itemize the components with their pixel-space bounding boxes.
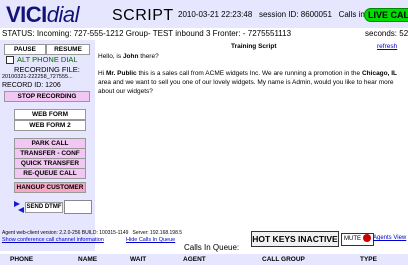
live-call-badge: LIVE CALL xyxy=(364,8,408,22)
mute-label: MUTE xyxy=(344,236,361,242)
alt-phone-label: ALT PHONE DIAL xyxy=(17,55,78,64)
vicidial-logo: VICIdial xyxy=(6,2,80,27)
alt-phone-checkbox[interactable] xyxy=(6,56,14,64)
agents-view-link[interactable]: Agents View xyxy=(373,235,406,241)
left-control-panel: PAUSE RESUME ALT PHONE DIAL RECORDING FI… xyxy=(0,40,95,251)
customer-full-name: Mr. Public xyxy=(105,70,137,77)
script-body: Hello, is John there? Hi Mr. Public this… xyxy=(98,52,408,104)
mute-button[interactable]: MUTE xyxy=(341,233,374,246)
speaker-icon xyxy=(362,234,371,243)
requeue-call-button[interactable]: RE-QUEUE CALL xyxy=(14,168,86,179)
stop-recording-button[interactable]: STOP RECORDING xyxy=(4,91,90,102)
logo-bold: VICI xyxy=(6,2,47,27)
datetime: 2010-03-21 22:23:48 xyxy=(178,10,253,19)
seconds-counter: seconds: 52 xyxy=(365,29,408,38)
send-dtmf-button[interactable]: SEND DTMF xyxy=(25,202,63,213)
conference-info-link[interactable]: Show conference call channel information xyxy=(2,237,104,243)
dtmf-input[interactable] xyxy=(64,200,92,214)
status-text: STATUS: Incoming: 727-555-1212 Group- TE… xyxy=(2,29,292,38)
recording-file-value: 20100321-222258_727555... xyxy=(2,74,73,80)
top-bar: VICIdial SCRIPT 2010-03-21 22:23:48 sess… xyxy=(0,0,408,28)
script-panel: Training Script refresh Hello, is John t… xyxy=(95,40,408,251)
col-type[interactable]: TYPE xyxy=(360,254,377,265)
script-line-2: Hi Mr. Public this is a sales call from … xyxy=(98,70,398,95)
refresh-link[interactable]: refresh xyxy=(377,43,397,50)
hide-calls-queue-link[interactable]: Hide Calls In Queue xyxy=(126,237,175,243)
customer-city: Chicago, IL xyxy=(361,70,398,77)
resume-button[interactable]: RESUME xyxy=(46,44,90,55)
col-call-group[interactable]: CALL GROUP xyxy=(262,254,305,265)
pause-button[interactable]: PAUSE xyxy=(4,44,46,55)
calls-in-queue-title: Calls In Queue: xyxy=(184,243,240,252)
session-id: session ID: 8600051 xyxy=(258,10,332,19)
version-info: Agent web-client version: 2.2.0-256 BUIL… xyxy=(2,230,183,236)
col-phone[interactable]: PHONE xyxy=(10,254,33,265)
web-form-2-button[interactable]: WEB FORM 2 xyxy=(14,120,86,131)
footer-area: Calls In Queue: PHONE NAME WAIT AGENT CA… xyxy=(0,243,408,273)
customer-first-name: John xyxy=(122,53,139,60)
col-agent[interactable]: AGENT xyxy=(183,254,206,265)
col-name[interactable]: NAME xyxy=(78,254,97,265)
hangup-customer-button[interactable]: HANGUP CUSTOMER xyxy=(14,182,86,193)
script-title: Training Script xyxy=(231,43,277,50)
script-line-1: Hello, is John there? xyxy=(98,53,159,60)
status-row: STATUS: Incoming: 727-555-1212 Group- TE… xyxy=(0,28,408,39)
record-id: RECORD ID: 1206 xyxy=(2,82,61,89)
logo-italic: dial xyxy=(46,2,80,27)
col-wait[interactable]: WAIT xyxy=(130,254,146,265)
tab-script[interactable]: SCRIPT xyxy=(112,7,174,25)
hot-keys-button[interactable]: HOT KEYS INACTIVE xyxy=(251,231,339,247)
recording-file-label: RECORDING FILE: xyxy=(14,65,80,74)
web-form-button[interactable]: WEB FORM xyxy=(14,109,86,120)
dtmf-arrows-icon xyxy=(14,200,24,214)
queue-table-header: PHONE NAME WAIT AGENT CALL GROUP TYPE xyxy=(0,254,408,265)
